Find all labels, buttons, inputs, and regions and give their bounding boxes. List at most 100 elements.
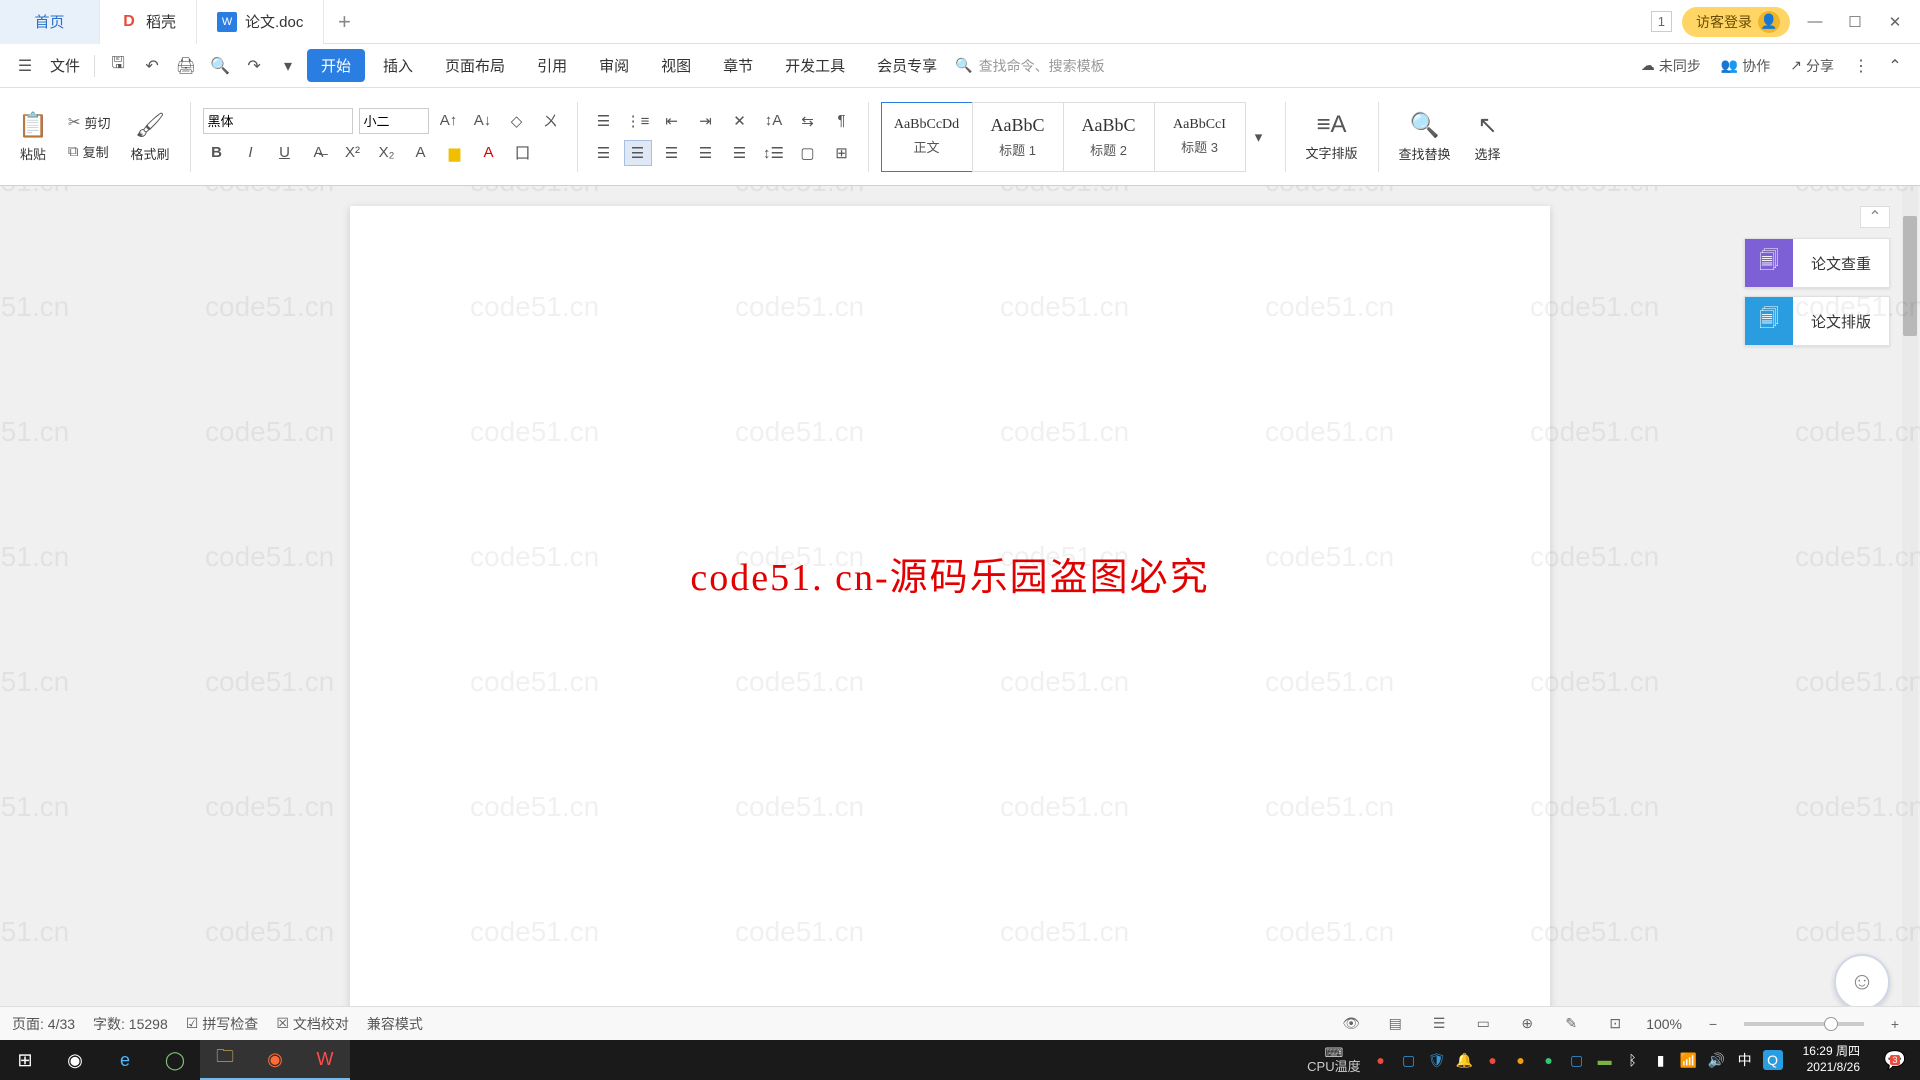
share-button[interactable]: ↗分享 (1782, 56, 1842, 76)
text-layout-button[interactable]: ≡A文字排版 (1298, 107, 1366, 166)
increase-indent-icon[interactable]: ⇥ (692, 108, 720, 134)
page-indicator[interactable]: 页面: 4/33 (12, 1014, 75, 1034)
styles-more-icon[interactable]: ▾ (1245, 124, 1273, 150)
document-page[interactable]: code51. cn-源码乐园盗图必究 (350, 206, 1550, 1040)
eye-care-icon[interactable]: 👁 (1338, 1011, 1364, 1037)
font-color-icon[interactable]: A (475, 140, 503, 166)
justify-icon[interactable]: ☰ (692, 140, 720, 166)
zoom-value[interactable]: 100% (1646, 1016, 1682, 1032)
style-heading3[interactable]: AaBbCcI标题 3 (1154, 102, 1246, 172)
web-view-icon[interactable]: ⊕ (1514, 1011, 1540, 1037)
paste-button[interactable]: 📋 粘贴 (10, 107, 56, 167)
undo-icon[interactable]: ↶ (137, 51, 167, 81)
line-spacing-icon[interactable]: ↕☰ (760, 140, 788, 166)
tray-icon[interactable]: 🛡 (1427, 1050, 1447, 1070)
strikethrough-icon[interactable]: A̶ (305, 140, 333, 166)
menu-devtools[interactable]: 开发工具 (771, 49, 859, 82)
style-heading1[interactable]: AaBbC标题 1 (972, 102, 1064, 172)
font-name-select[interactable] (203, 108, 353, 134)
sort-icon[interactable]: ✕ (726, 108, 754, 134)
assistant-fab[interactable]: ☺ (1834, 954, 1890, 1010)
show-marks-icon[interactable]: ¶ (828, 108, 856, 134)
tab-home[interactable]: 首页 (0, 0, 100, 44)
collab-button[interactable]: 👥协作 (1713, 56, 1778, 76)
browser-icon[interactable]: ◯ (150, 1040, 200, 1080)
tray-icon[interactable]: ● (1371, 1050, 1391, 1070)
taskbar-clock[interactable]: 16:29 周四 2021/8/26 (1793, 1044, 1870, 1075)
new-tab-button[interactable]: + (324, 9, 364, 35)
cpu-temp[interactable]: ⌨ CPU温度 (1307, 1046, 1360, 1075)
decrease-indent-icon[interactable]: ⇤ (658, 108, 686, 134)
word-count[interactable]: 字数: 15298 (93, 1014, 168, 1034)
save-icon[interactable]: 🖫 (103, 51, 133, 81)
paper-layout-button[interactable]: 🗐 论文排版 (1744, 296, 1890, 346)
char-border-icon[interactable]: 囗 (509, 140, 537, 166)
menu-start[interactable]: 开始 (307, 49, 365, 82)
copy-button[interactable]: ⧉复制 (64, 140, 115, 163)
print-icon[interactable]: 🖨 (171, 51, 201, 81)
taskbar-app-1[interactable]: ◉ (50, 1040, 100, 1080)
window-count-badge[interactable]: 1 (1651, 11, 1672, 32)
sync-status[interactable]: ☁未同步 (1633, 56, 1709, 76)
cut-button[interactable]: ✂剪切 (64, 111, 115, 134)
font-size-select[interactable] (359, 108, 429, 134)
align-left-icon[interactable]: ☰ (590, 140, 618, 166)
distribute-icon[interactable]: ☰ (726, 140, 754, 166)
find-replace-button[interactable]: 🔍查找替换 (1391, 107, 1459, 167)
more-icon[interactable]: ⋮ (1846, 51, 1876, 81)
shrink-font-icon[interactable]: A↓ (469, 108, 497, 134)
tab-icon[interactable]: ⇆ (794, 108, 822, 134)
zoom-slider[interactable] (1744, 1022, 1864, 1026)
menu-hamburger-icon[interactable]: ☰ (10, 51, 40, 81)
bold-icon[interactable]: B (203, 140, 231, 166)
maximize-button[interactable]: ☐ (1840, 7, 1870, 37)
menu-review[interactable]: 审阅 (585, 49, 643, 82)
format-painter-button[interactable]: 🖌 格式刷 (122, 107, 177, 167)
vertical-scrollbar[interactable] (1902, 186, 1918, 1040)
markup-icon[interactable]: ✎ (1558, 1011, 1584, 1037)
reading-view-icon[interactable]: ▭ (1470, 1011, 1496, 1037)
menu-chapter[interactable]: 章节 (709, 49, 767, 82)
paper-check-button[interactable]: 🗐 论文查重 (1744, 238, 1890, 288)
ime-indicator[interactable]: 中 (1735, 1050, 1755, 1070)
redo-icon[interactable]: ↷ (239, 51, 269, 81)
print-preview-icon[interactable]: 🔍 (205, 51, 235, 81)
battery-icon[interactable]: ▮ (1651, 1050, 1671, 1070)
tab-docer[interactable]: D 稻壳 (100, 0, 197, 44)
borders-icon[interactable]: ⊞ (828, 140, 856, 166)
collapse-ribbon-icon[interactable]: ⌃ (1880, 51, 1910, 81)
spellcheck-toggle[interactable]: ☑ 拼写检查 (186, 1014, 259, 1034)
page-view-icon[interactable]: ▤ (1382, 1011, 1408, 1037)
menu-page-layout[interactable]: 页面布局 (431, 49, 519, 82)
doc-proof-toggle[interactable]: ☒ 文档校对 (276, 1014, 349, 1034)
action-center-icon[interactable]: 💬3 (1870, 1040, 1920, 1080)
style-body[interactable]: AaBbCcDd正文 (881, 102, 973, 172)
explorer-icon[interactable]: 🗀 (200, 1040, 250, 1080)
outline-view-icon[interactable]: ☰ (1426, 1011, 1452, 1037)
notifications-icon[interactable]: 🔔 (1455, 1050, 1475, 1070)
menu-view[interactable]: 视图 (647, 49, 705, 82)
clear-format-icon[interactable]: ◇ (503, 108, 531, 134)
bluetooth-icon[interactable]: ᛒ (1623, 1050, 1643, 1070)
subscript-icon[interactable]: X₂ (373, 140, 401, 166)
text-effect-icon[interactable]: A (407, 140, 435, 166)
select-button[interactable]: ↖选择 (1467, 107, 1509, 167)
tray-icon[interactable]: ● (1511, 1050, 1531, 1070)
phonetic-icon[interactable]: ㄨ (537, 108, 565, 134)
highlight-icon[interactable]: ▆ (441, 140, 469, 166)
underline-icon[interactable]: U (271, 140, 299, 166)
file-menu[interactable]: 文件 (44, 55, 86, 76)
close-button[interactable]: ✕ (1880, 7, 1910, 37)
align-right-icon[interactable]: ☰ (658, 140, 686, 166)
tray-icon[interactable]: ▢ (1399, 1050, 1419, 1070)
zoom-knob[interactable] (1824, 1017, 1838, 1031)
guest-login[interactable]: 访客登录 👤 (1682, 7, 1790, 37)
tray-icon[interactable]: ● (1539, 1050, 1559, 1070)
scroll-thumb[interactable] (1903, 216, 1917, 336)
zoom-out-icon[interactable]: − (1700, 1011, 1726, 1037)
tray-icon[interactable]: ▬ (1595, 1050, 1615, 1070)
command-search[interactable]: 🔍 查找命令、搜索模板 (955, 56, 1104, 76)
minimize-button[interactable]: — (1800, 7, 1830, 37)
start-button[interactable]: ⊞ (0, 1040, 50, 1080)
grow-font-icon[interactable]: A↑ (435, 108, 463, 134)
